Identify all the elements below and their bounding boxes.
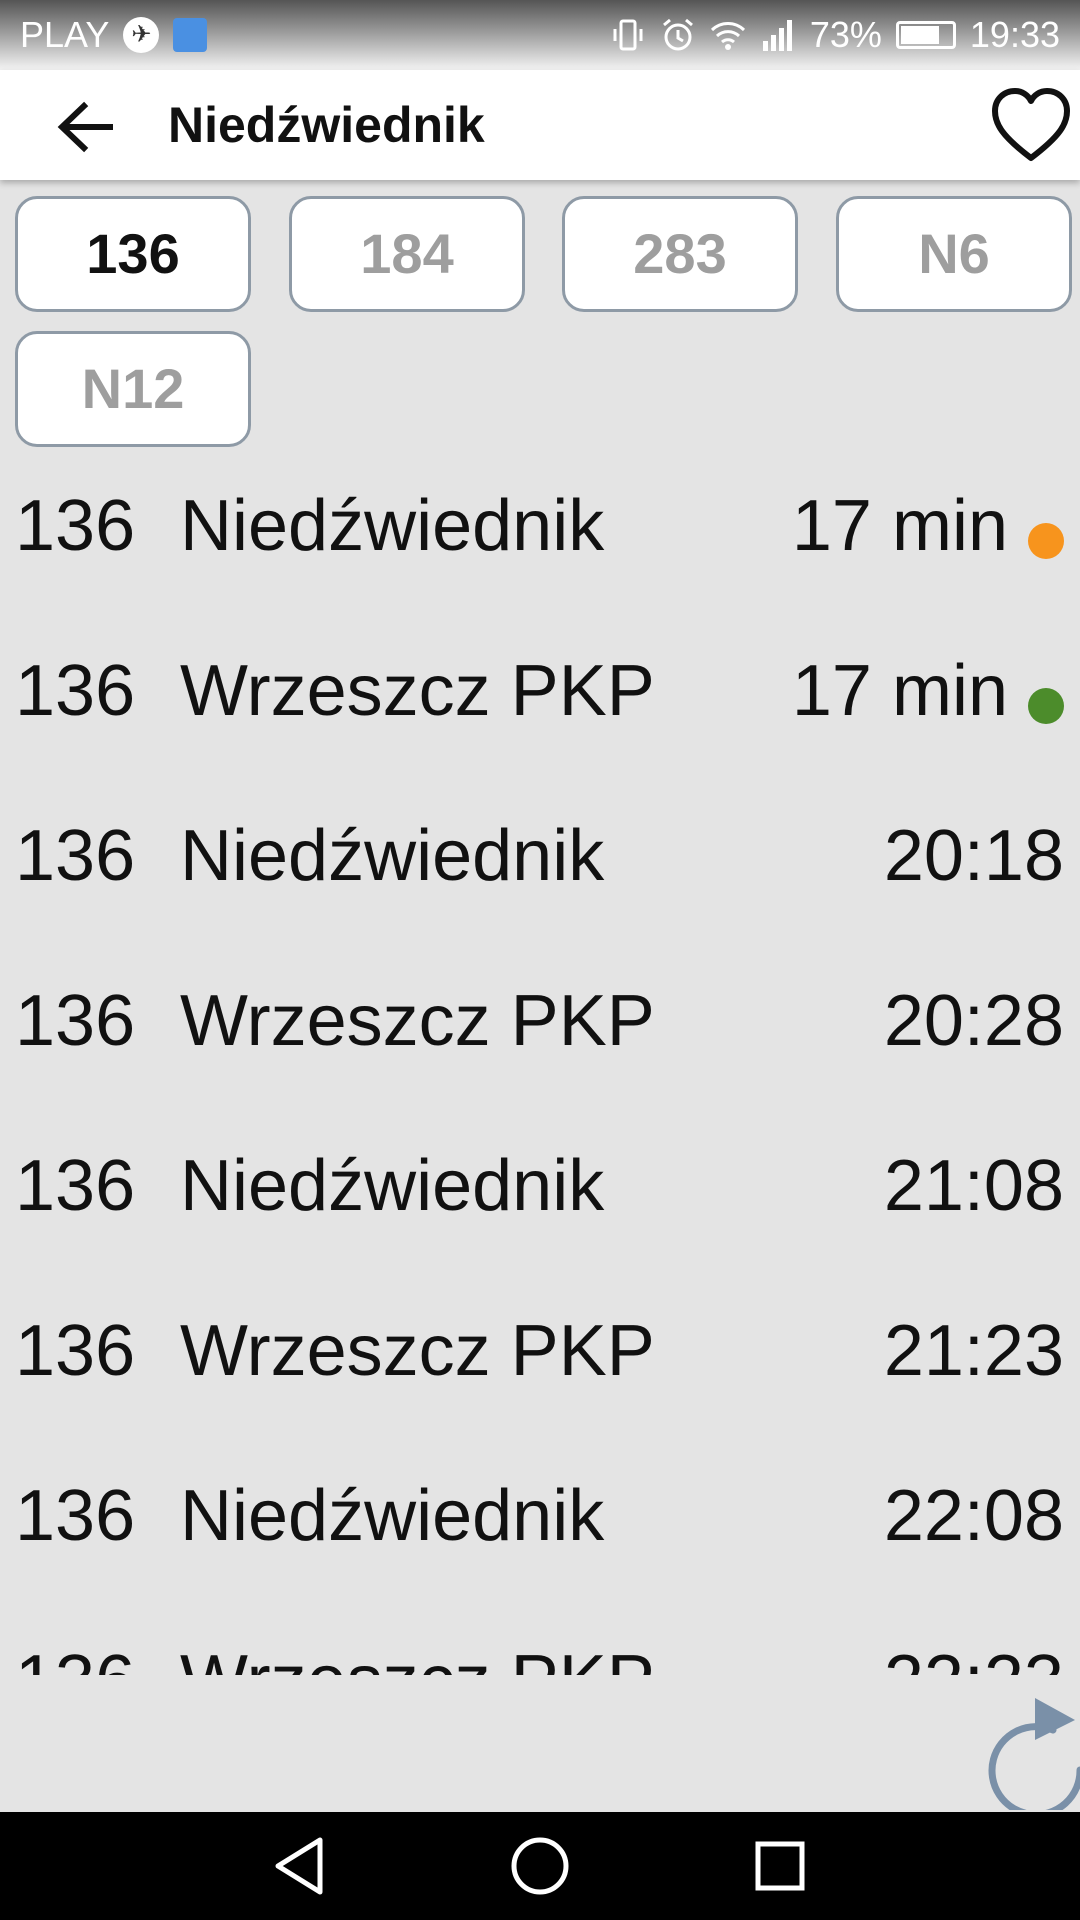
realtime-status-dot <box>1028 688 1064 724</box>
wifi-icon <box>710 22 745 50</box>
departure-time: 22:08 <box>883 1476 1064 1556</box>
departure-time: 21:08 <box>883 1146 1064 1226</box>
departure-time: 17 min <box>791 486 1008 566</box>
app-bar: Niedźwiednik <box>0 70 1080 180</box>
realtime-status-dot <box>1028 523 1064 559</box>
departure-row[interactable]: 136 Wrzeszcz PKP 21:23 <box>0 1270 1080 1435</box>
status-bar: PLAY ✈ 73% 19:33 <box>0 0 1080 70</box>
departure-time: 21:23 <box>883 1311 1064 1391</box>
departure-row[interactable]: 136 Niedźwiednik 22:08 <box>0 1435 1080 1600</box>
recents-square-icon[interactable] <box>748 1834 812 1898</box>
departure-time: 17 min <box>791 651 1008 731</box>
departure-line: 136 <box>15 1146 136 1226</box>
status-bar-left: PLAY ✈ <box>20 14 208 56</box>
departure-line: 136 <box>15 1311 136 1391</box>
app-notification-icon: ✈ <box>123 17 160 53</box>
departure-destination: Wrzeszcz PKP <box>180 1640 655 1675</box>
departure-row[interactable]: 136 Niedźwiednik 17 min <box>0 445 1080 610</box>
departure-row[interactable]: 136 Wrzeszcz PKP 22:23 <box>0 1600 1080 1675</box>
departure-line: 136 <box>15 1476 136 1556</box>
line-chip-n12[interactable]: N12 <box>15 331 251 447</box>
status-bar-right: 73% 19:33 <box>610 14 1060 56</box>
navigation-bar <box>0 1812 1080 1920</box>
line-chip-184[interactable]: 184 <box>289 196 525 312</box>
departure-destination: Niedźwiednik <box>180 486 605 566</box>
back-triangle-icon[interactable] <box>268 1834 332 1898</box>
heart-outline-icon[interactable] <box>990 86 1072 168</box>
departure-line: 136 <box>15 486 136 566</box>
departures-list[interactable]: 136 Niedźwiednik 17 min 136 Wrzeszcz PKP… <box>0 445 1080 1675</box>
departure-destination: Wrzeszcz PKP <box>180 651 655 731</box>
gallery-icon <box>173 18 208 52</box>
page-title: Niedźwiednik <box>168 97 485 153</box>
line-chip-n6[interactable]: N6 <box>836 196 1072 312</box>
battery-icon <box>895 21 956 49</box>
departure-line: 136 <box>15 1640 135 1675</box>
departure-line: 136 <box>15 816 136 896</box>
battery-percent: 73% <box>809 14 882 55</box>
departure-destination: Niedźwiednik <box>180 1146 605 1226</box>
departure-row[interactable]: 136 Wrzeszcz PKP 20:28 <box>0 940 1080 1105</box>
departure-destination: Wrzeszcz PKP <box>180 981 655 1061</box>
departure-time: 20:18 <box>883 816 1064 896</box>
departure-destination: Niedźwiednik <box>180 1476 605 1556</box>
departure-row[interactable]: 136 Niedźwiednik 20:18 <box>0 775 1080 940</box>
arrow-back-icon[interactable] <box>50 92 120 162</box>
carrier-label: PLAY <box>20 14 110 55</box>
signal-icon <box>762 20 792 51</box>
alarm-icon <box>662 18 693 51</box>
vibrate-icon <box>613 19 643 51</box>
departure-time: 22:23 <box>884 1640 1064 1675</box>
clock: 19:33 <box>969 14 1060 55</box>
departure-row[interactable]: 136 Wrzeszcz PKP 17 min <box>0 610 1080 775</box>
departure-line: 136 <box>15 981 136 1061</box>
departure-time: 20:28 <box>883 981 1064 1061</box>
departure-destination: Wrzeszcz PKP <box>180 1311 655 1391</box>
departure-row[interactable]: 136 Niedźwiednik 21:08 <box>0 1105 1080 1270</box>
departure-line: 136 <box>15 651 136 731</box>
refresh-icon[interactable] <box>975 1680 1080 1810</box>
line-chip-136[interactable]: 136 <box>15 196 251 312</box>
line-chip-283[interactable]: 283 <box>562 196 798 312</box>
home-circle-icon[interactable] <box>508 1834 572 1898</box>
departure-destination: Niedźwiednik <box>180 816 605 896</box>
